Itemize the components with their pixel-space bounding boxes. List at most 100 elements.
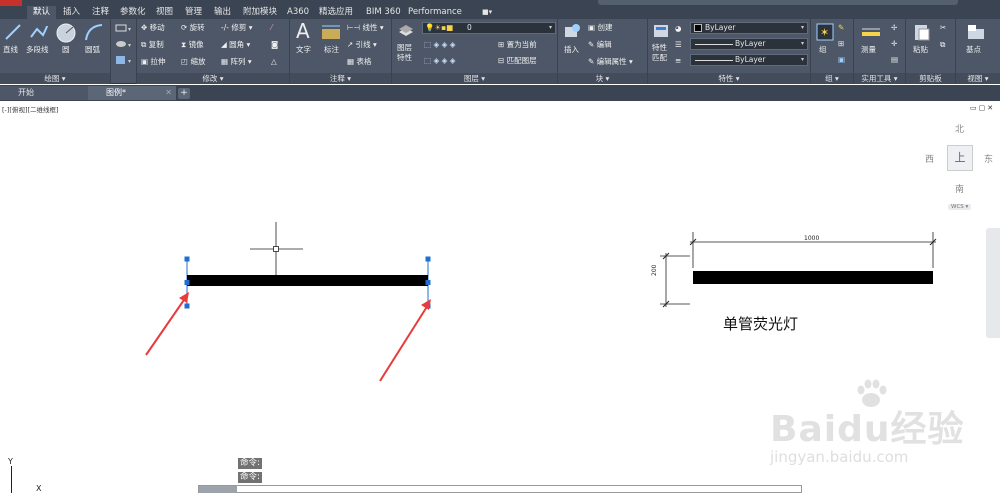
group-label[interactable]: 组 — [819, 45, 827, 55]
calculator-icon[interactable]: ▤ — [891, 55, 898, 65]
measure-icon[interactable] — [860, 25, 882, 39]
tab-a360[interactable]: A360 — [287, 6, 309, 19]
group-modify-title[interactable]: 修改 ▾ — [137, 73, 289, 84]
tab-bim360[interactable]: BIM 360 — [366, 6, 401, 19]
erase-tool-icon[interactable]: ⁄ — [271, 23, 272, 33]
lamp-label-text[interactable]: 单管荧光灯 — [723, 313, 798, 334]
viewcube-north[interactable]: 北 — [955, 122, 964, 135]
viewcube-west[interactable]: 西 — [925, 152, 934, 165]
group-clipboard-title[interactable]: 剪贴板 — [906, 73, 955, 84]
layer-tools-row1[interactable]: ⬚ ◈ ◈ ◈ — [424, 40, 456, 50]
leader-tool[interactable]: ↗ 引线 ▾ — [347, 40, 377, 50]
reference-lamp[interactable] — [660, 232, 937, 308]
wcs-menu[interactable]: WCS ▾ — [948, 204, 972, 210]
trim-tool[interactable]: -/- 修剪 ▾ — [221, 23, 252, 33]
selected-lamp-bar[interactable] — [184, 256, 431, 309]
group-block-title[interactable]: 块 ▾ — [558, 73, 647, 84]
create-block-button[interactable]: ▣ 创建 — [588, 23, 612, 33]
insert-block-icon[interactable] — [562, 22, 582, 42]
cut-icon[interactable]: ✂ — [940, 23, 946, 33]
command-input[interactable] — [198, 485, 802, 493]
base-view-icon[interactable] — [966, 23, 986, 41]
viewcube-top-face[interactable]: 上 — [947, 145, 973, 171]
tab-performance[interactable]: Performance — [408, 6, 462, 19]
circle-tool-icon[interactable] — [55, 22, 77, 44]
layer-properties-icon[interactable] — [397, 22, 415, 40]
move-tool[interactable]: ✥ 移动 — [141, 23, 165, 33]
linetype-dropdown[interactable]: ByLayer ▾ — [690, 38, 808, 50]
array-tool[interactable]: ▦ 阵列 ▾ — [221, 57, 252, 67]
table-tool[interactable]: ▦ 表格 — [347, 57, 371, 67]
dimension-tool-icon[interactable] — [320, 23, 342, 43]
color-wheel-icon[interactable]: ◕ — [675, 24, 682, 34]
group-layers-title[interactable]: 图层 ▾ — [392, 73, 557, 84]
fillet-tool[interactable]: ◢ 圆角 ▾ — [221, 40, 250, 50]
paste-icon[interactable] — [912, 22, 932, 42]
line-tool-label[interactable]: 直线 — [3, 45, 18, 55]
quick-access-toolbar[interactable] — [598, 0, 958, 5]
group-select-icon[interactable]: ▣ — [838, 55, 845, 65]
insert-block-label[interactable]: 插入 — [564, 45, 579, 55]
point-id-icon[interactable]: ✛ — [891, 39, 897, 49]
layer-tools-row2[interactable]: ⬚ ◈ ◈ ◈ — [424, 56, 456, 66]
group-draw-title[interactable]: 绘图 ▾ — [0, 73, 110, 84]
circle-tool-label[interactable]: 圆 — [62, 45, 70, 55]
ribbon-options-icon[interactable]: ■▾ — [482, 6, 492, 19]
lineweight-icon[interactable]: ≡ — [675, 56, 681, 66]
linetype-icon[interactable]: ☰ — [675, 40, 682, 50]
measure-label[interactable]: 测量 — [861, 45, 876, 55]
group-edit-icon[interactable]: ⊞ — [838, 39, 844, 49]
rotate-tool[interactable]: ⟳ 旋转 — [181, 23, 205, 33]
line-tool-icon[interactable] — [4, 23, 22, 41]
file-tab-start[interactable]: 开始 — [0, 86, 88, 100]
match-properties-icon[interactable] — [652, 22, 672, 42]
close-tab-icon[interactable]: ✕ — [165, 86, 172, 100]
layer-dropdown[interactable]: 💡☀▪■ 0 ▾ — [422, 22, 556, 34]
ungroup-icon[interactable]: ✎ — [838, 23, 844, 33]
group-annotation-title[interactable]: 注释 ▾ — [290, 73, 391, 84]
color-dropdown[interactable]: ByLayer ▾ — [690, 22, 808, 34]
group-group-title[interactable]: 组 ▾ — [811, 73, 853, 84]
group-icon[interactable]: ✶ — [815, 22, 835, 42]
viewcube-south[interactable]: 南 — [955, 182, 964, 195]
navigation-bar[interactable] — [986, 228, 1000, 338]
copy-clip-icon[interactable]: ⧉ — [940, 40, 945, 50]
tab-parametric[interactable]: 参数化 — [120, 6, 146, 19]
tab-annotate[interactable]: 注释 — [92, 6, 109, 19]
arc-tool-icon[interactable] — [83, 22, 105, 44]
copy-tool[interactable]: ⧉ 复制 — [141, 40, 164, 50]
mirror-tool[interactable]: ⧗ 镜像 — [181, 40, 204, 50]
layer-properties-label[interactable]: 图层 特性 — [397, 43, 412, 63]
tab-featured-apps[interactable]: 精选应用 — [319, 6, 353, 19]
arc-tool-label[interactable]: 圆弧 — [85, 45, 100, 55]
tab-addins[interactable]: 附加模块 — [243, 6, 277, 19]
match-layer-button[interactable]: ⊟ 匹配图层 — [498, 56, 537, 66]
command-input-icons[interactable] — [199, 486, 237, 493]
file-tab-drawing[interactable]: 图例* ✕ — [88, 86, 176, 100]
offset-tool-icon[interactable]: △ — [271, 57, 277, 67]
text-tool-label[interactable]: 文字 — [296, 45, 311, 55]
quick-select-icon[interactable]: ✢ — [891, 23, 897, 33]
polyline-tool-label[interactable]: 多段线 — [26, 45, 49, 55]
paste-label[interactable]: 粘贴 — [913, 45, 928, 55]
explode-tool-icon[interactable]: ◙ — [271, 40, 278, 50]
stretch-tool[interactable]: ▣ 拉伸 — [141, 57, 165, 67]
viewcube-east[interactable]: 东 — [984, 152, 993, 165]
lineweight-dropdown[interactable]: ByLayer ▾ — [690, 54, 808, 66]
match-properties-label[interactable]: 特性 匹配 — [652, 43, 667, 63]
linear-dim-tool[interactable]: ⊢⊣ 线性 ▾ — [347, 23, 384, 33]
text-tool-icon[interactable]: A — [296, 19, 310, 43]
gradient-tool-icon[interactable]: ▾ — [114, 55, 132, 65]
tab-manage[interactable]: 管理 — [185, 6, 202, 19]
new-tab-button[interactable]: + — [178, 88, 190, 99]
tab-insert[interactable]: 插入 — [63, 6, 80, 19]
group-view-title[interactable]: 视图 ▾ — [956, 73, 1000, 84]
set-current-layer-button[interactable]: ⊞ 置为当前 — [498, 40, 537, 50]
edit-block-button[interactable]: ✎ 编辑 — [588, 40, 612, 50]
tab-default[interactable]: 默认 — [27, 6, 57, 19]
base-view-label[interactable]: 基点 — [966, 45, 981, 55]
viewcube[interactable]: 北 西 东 南 上 WCS ▾ — [920, 118, 1000, 218]
dimension-tool-label[interactable]: 标注 — [324, 45, 339, 55]
hatch-tool-icon[interactable]: ▾ — [114, 39, 132, 49]
polyline-tool-icon[interactable] — [29, 23, 49, 41]
